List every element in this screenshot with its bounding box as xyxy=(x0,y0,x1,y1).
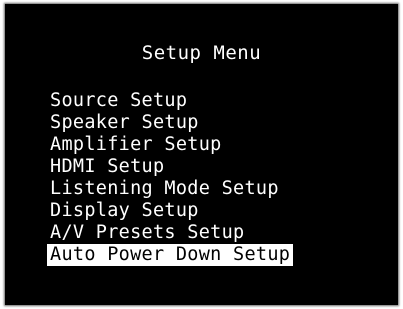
setup-menu-list: Source Setup Speaker Setup Amplifier Set… xyxy=(47,90,294,266)
menu-item-auto-power-down-setup[interactable]: Auto Power Down Setup xyxy=(47,244,294,266)
osd-screen: Setup Menu Source Setup Speaker Setup Am… xyxy=(5,4,398,305)
menu-item-source-setup[interactable]: Source Setup xyxy=(47,90,190,111)
menu-title: Setup Menu xyxy=(141,42,262,64)
menu-item-display-setup[interactable]: Display Setup xyxy=(47,200,202,221)
menu-item-hdmi-setup[interactable]: HDMI Setup xyxy=(47,156,167,177)
menu-item-listening-mode-setup[interactable]: Listening Mode Setup xyxy=(47,178,282,199)
menu-item-av-presets-setup[interactable]: A/V Presets Setup xyxy=(47,222,247,243)
menu-item-amplifier-setup[interactable]: Amplifier Setup xyxy=(47,134,225,155)
menu-item-speaker-setup[interactable]: Speaker Setup xyxy=(47,112,202,133)
